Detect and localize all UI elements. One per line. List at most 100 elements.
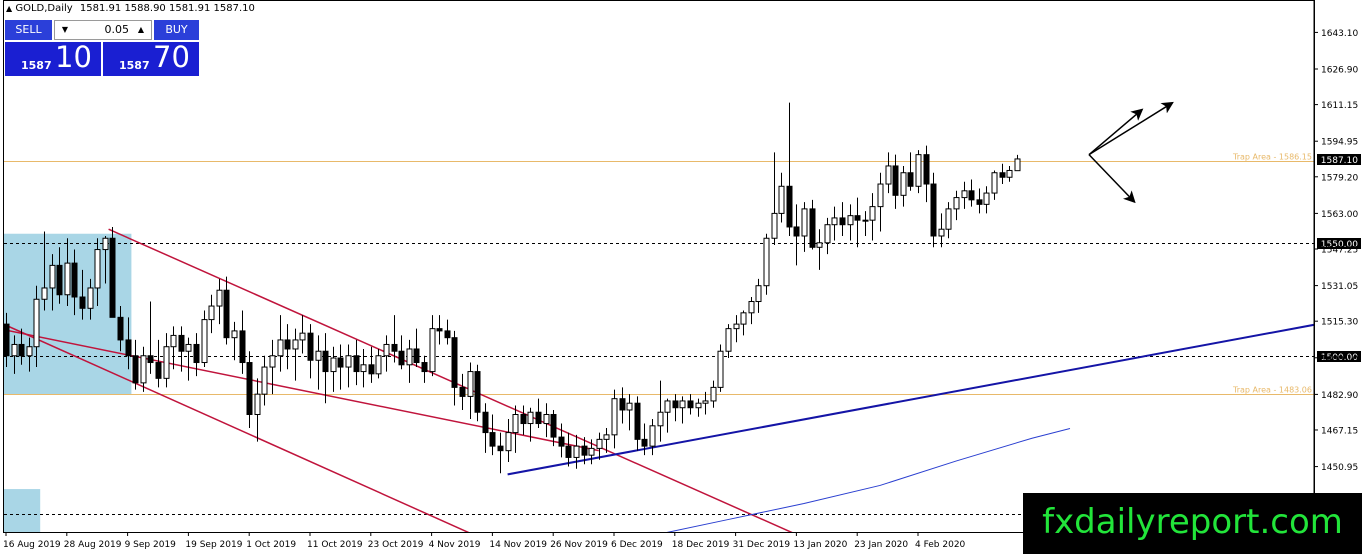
candle-up — [717, 350, 724, 388]
candle-up — [269, 355, 276, 368]
candle-down — [4, 323, 10, 357]
candle-down — [436, 328, 443, 332]
candle-down — [489, 432, 496, 447]
candle-down — [125, 339, 132, 357]
candle-up — [664, 400, 671, 413]
candle-up — [277, 339, 284, 357]
candle-up — [862, 219, 869, 222]
candle-down — [353, 355, 360, 373]
candle-up — [831, 217, 838, 226]
candle-up — [603, 434, 610, 440]
ohlc-values: 1581.91 1588.90 1581.91 1587.10 — [79, 3, 255, 14]
candle-up — [877, 183, 884, 208]
candle-down — [558, 436, 565, 447]
candle-up — [733, 323, 740, 330]
buy-price-box[interactable]: 1587 70 — [103, 40, 199, 76]
candle-up — [945, 208, 952, 230]
time-tick-label: 26 Nov 2019 — [550, 540, 608, 550]
candle-down — [239, 330, 246, 364]
lot-size-stepper[interactable]: ▼ 0.05 ▲ — [54, 20, 152, 40]
candle-down — [444, 330, 451, 339]
candle-up — [102, 237, 109, 251]
candle-up — [512, 414, 519, 434]
collapse-triangle-icon[interactable]: ▲ — [6, 4, 12, 13]
lot-increase-icon[interactable]: ▲ — [133, 21, 149, 39]
time-tick-label: 19 Sep 2019 — [185, 540, 242, 550]
candle-up — [748, 301, 755, 314]
buy-price-big: 70 — [153, 40, 190, 74]
candle-up — [740, 312, 747, 325]
candle-down — [178, 334, 185, 352]
lot-size-value[interactable]: 0.05 — [105, 21, 130, 39]
candle-up — [596, 438, 603, 449]
time-tick-label: 18 Dec 2019 — [672, 540, 730, 550]
candle-down — [907, 172, 914, 187]
time-tick-label: 6 Dec 2019 — [611, 540, 663, 550]
candle-up — [383, 343, 390, 357]
candle-down — [79, 296, 86, 309]
candle-down — [284, 339, 291, 350]
lot-decrease-icon[interactable]: ▼ — [57, 21, 73, 39]
time-tick-label: 14 Nov 2019 — [489, 540, 547, 550]
candle-down — [421, 362, 428, 373]
sell-price-small: 1587 — [21, 59, 52, 72]
candle-up — [467, 371, 474, 397]
buy-button[interactable]: BUY — [154, 20, 199, 40]
sell-price-box[interactable]: 1587 10 — [5, 40, 101, 76]
candle-up — [505, 432, 512, 452]
candle-up — [763, 237, 770, 287]
symbol-info: ▲ GOLD,Daily 1581.91 1588.90 1581.91 158… — [6, 3, 255, 14]
price-tick-label: 1515.30 — [1321, 318, 1358, 328]
candle-up — [885, 165, 892, 185]
price-tick-label: 1563.00 — [1321, 210, 1358, 220]
candle-up — [406, 348, 413, 366]
time-tick-label: 4 Feb 2020 — [915, 540, 966, 550]
candle-down — [459, 386, 466, 397]
time-tick-label: 23 Jan 2020 — [854, 540, 908, 550]
candle-up — [771, 212, 778, 239]
candle-down — [672, 400, 679, 409]
candle-down — [482, 411, 489, 434]
sell-button[interactable]: SELL — [5, 20, 52, 40]
candle-up — [1006, 169, 1013, 178]
candle-up — [231, 330, 238, 339]
time-tick-label: 4 Nov 2019 — [429, 540, 481, 550]
candle-down — [71, 262, 78, 298]
candle-up — [315, 350, 322, 361]
price-tick-label: 1626.90 — [1321, 66, 1358, 76]
candle-down — [892, 165, 899, 196]
price-tick-label: 1611.15 — [1321, 101, 1358, 111]
price-tick-label: 1547.25 — [1321, 245, 1358, 255]
candle-up — [847, 215, 854, 226]
candle-down — [391, 343, 398, 352]
current-price-tag: 1587.10 — [1321, 156, 1358, 166]
candle-down — [923, 154, 930, 185]
time-tick-label: 23 Oct 2019 — [368, 540, 424, 550]
candle-down — [619, 398, 626, 411]
time-tick-label: 31 Dec 2019 — [733, 540, 791, 550]
candle-up — [299, 332, 306, 341]
time-tick-label: 28 Aug 2019 — [64, 540, 122, 550]
candle-up — [375, 355, 382, 375]
candle-up — [261, 366, 268, 395]
candle-up — [254, 393, 261, 416]
price-tick-label: 1594.95 — [1321, 138, 1358, 148]
candle-up — [360, 364, 367, 373]
candle-down — [109, 237, 116, 318]
candle-up — [33, 298, 40, 348]
candle-down — [398, 350, 405, 366]
candle-down — [18, 343, 25, 357]
candle-up — [801, 208, 808, 237]
candle-down — [786, 185, 793, 228]
price-tick-label: 1643.10 — [1321, 29, 1358, 39]
candle-up — [543, 414, 550, 425]
candle-down — [451, 337, 458, 388]
candle-down — [535, 411, 542, 425]
candle-up — [1014, 158, 1021, 172]
symbol-name: GOLD,Daily — [15, 3, 73, 14]
candle-up — [41, 287, 48, 300]
candle-up — [657, 411, 664, 427]
candle-down — [550, 414, 557, 438]
trap-area-label: Trap Area - 1483.06 — [1232, 386, 1312, 395]
candle-down — [56, 264, 63, 296]
